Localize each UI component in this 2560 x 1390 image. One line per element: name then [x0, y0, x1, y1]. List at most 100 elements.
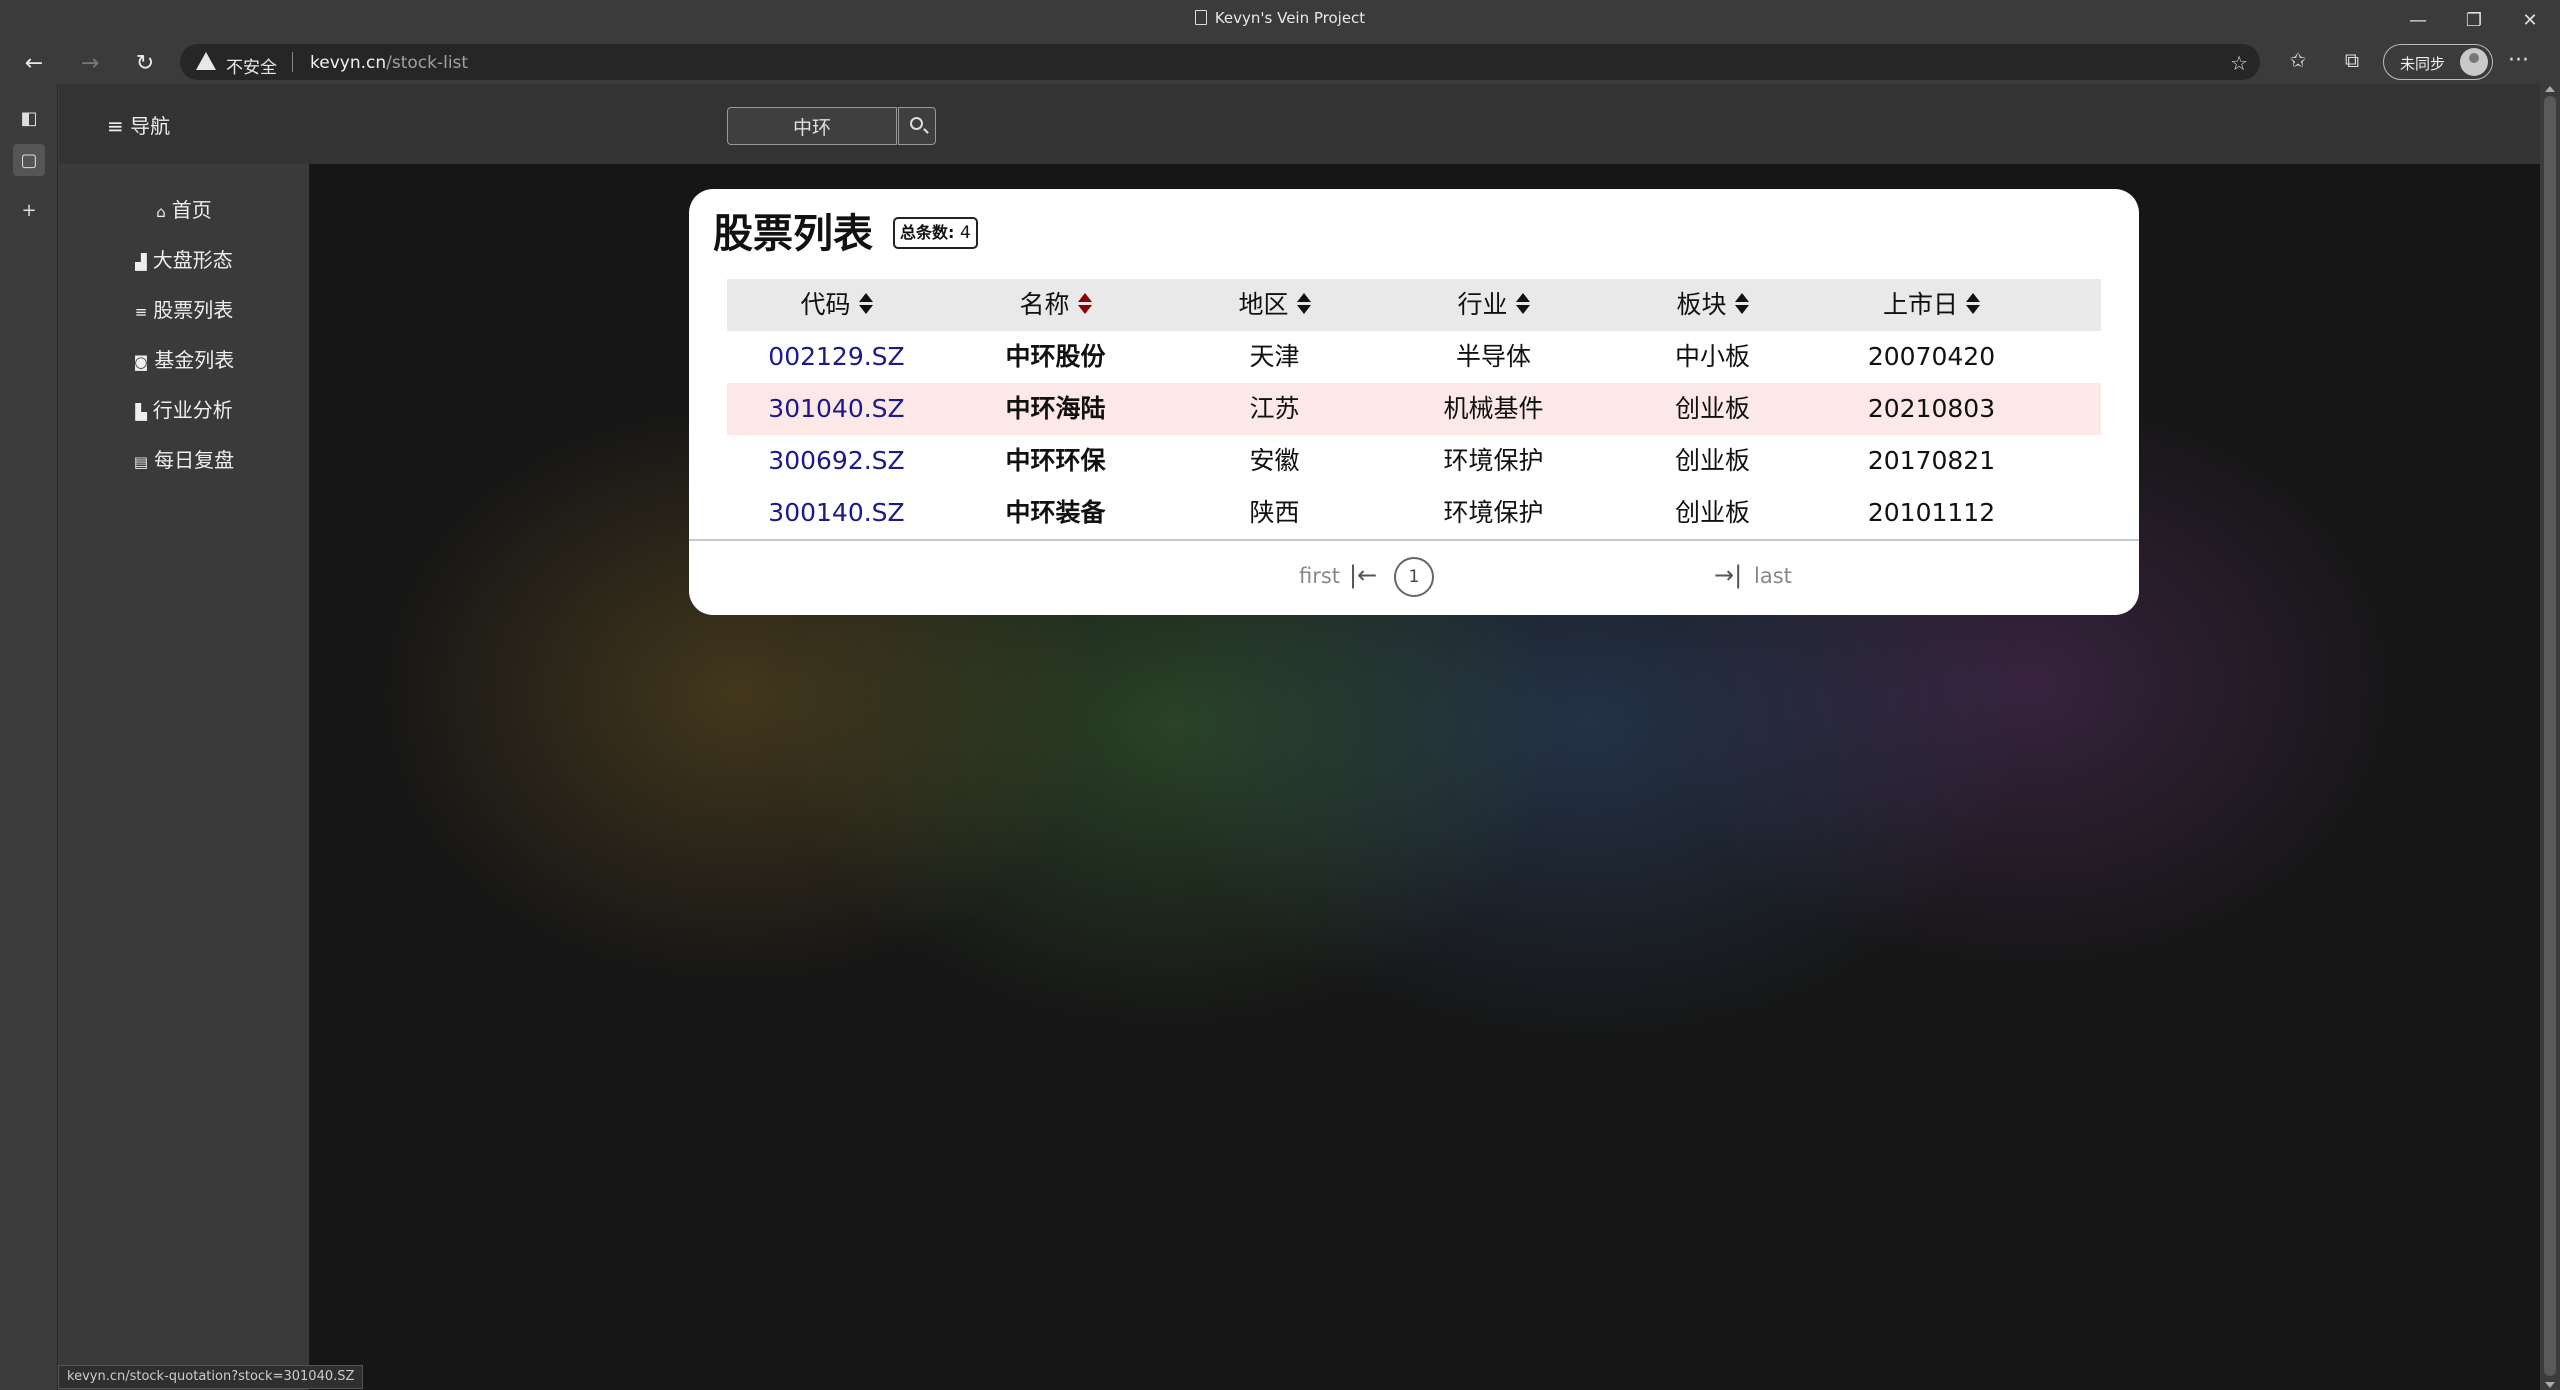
- stock-code-link[interactable]: 301040.SZ: [727, 383, 946, 435]
- page-scrollbar[interactable]: [2540, 84, 2560, 1390]
- address-bar[interactable]: 不安全 kevyn.cn/stock-list ☆: [180, 44, 2260, 80]
- window-title: Kevyn's Vein Project: [0, 9, 2560, 27]
- first-page-icon[interactable]: |←: [1349, 561, 1377, 589]
- stock-region: 陕西: [1249, 498, 1300, 527]
- new-tab-icon[interactable]: +: [13, 194, 45, 226]
- profile-button[interactable]: 未同步: [2383, 44, 2493, 80]
- sidebar-item-label: 首页: [171, 198, 212, 222]
- tab-current-page-icon[interactable]: ▢: [13, 144, 45, 176]
- stock-industry: 环境保护: [1443, 498, 1544, 527]
- table-header: 代码 名称 地区 行业 板块 上市日: [727, 279, 2101, 331]
- url-path: /stock-list: [386, 53, 469, 73]
- column-header-label: 行业: [1457, 290, 1508, 319]
- sidebar-item-stock-list[interactable]: ≡ 股票列表: [59, 294, 309, 323]
- stock-board: 创业板: [1674, 446, 1750, 475]
- stock-name: 中环装备: [1005, 498, 1106, 527]
- web-page: ≡ 导航 ⌂ 首页 ▟ 大盘形态 ≡ 股票列表 ◙ 基金列表 ▙ 行业分析 ▤ 每日复盘 股…: [59, 84, 2540, 1390]
- table-row: 300140.SZ 中环装备 陕西 环境保护 创业板 20101112: [727, 487, 2101, 539]
- sidebar-item-label: 股票列表: [153, 298, 234, 322]
- stock-code-link[interactable]: 002129.SZ: [727, 331, 946, 383]
- money-icon: ◙: [133, 353, 149, 371]
- sort-icon: [1077, 293, 1092, 315]
- url-text[interactable]: kevyn.cn/stock-list: [310, 53, 468, 73]
- restore-button[interactable]: ❐: [2446, 0, 2502, 40]
- sidebar-item-label: 每日复盘: [154, 448, 235, 472]
- table-row: 300692.SZ 中环环保 安徽 环境保护 创业板 20170821: [727, 435, 2101, 487]
- column-header-code[interactable]: 代码: [727, 279, 946, 331]
- stock-code-link[interactable]: 300692.SZ: [727, 435, 946, 487]
- warning-icon: [196, 52, 216, 70]
- table-row: 301040.SZ 中环海陆 江苏 机械基件 创业板 20210803: [727, 383, 2101, 435]
- column-header-label: 名称: [1019, 290, 1070, 319]
- nav-toggle-button[interactable]: ≡ 导航: [107, 110, 170, 139]
- first-page-link[interactable]: first: [1299, 564, 1340, 588]
- browser-toolbar: ← → ↻ 不安全 kevyn.cn/stock-list ☆ ✩ ⧉ 未同步 …: [0, 40, 2560, 84]
- stock-table: 代码 名称 地区 行业 板块 上市日 002129.SZ 中环股份 天津 半导体…: [727, 279, 2101, 539]
- column-header-board[interactable]: 板块: [1603, 279, 1822, 331]
- stock-list-date: 20170821: [1867, 446, 1996, 475]
- favorites-icon[interactable]: ✩: [2282, 48, 2314, 76]
- back-button[interactable]: ←: [17, 46, 51, 80]
- stock-board: 中小板: [1674, 342, 1750, 371]
- stock-board: 创业板: [1674, 498, 1750, 527]
- scroll-down-icon[interactable]: [2545, 1382, 2555, 1388]
- list-icon: ≡: [134, 303, 148, 321]
- stock-list-date: 20101112: [1867, 498, 1996, 527]
- pagination: first |← 1 →| last: [689, 539, 2139, 615]
- minimize-button[interactable]: —: [2390, 0, 2446, 40]
- stock-industry: 半导体: [1455, 342, 1531, 371]
- stock-list-card: 股票列表 总条数: 4 代码 名称 地区 行业 板块 上市日 002129.SZ…: [689, 189, 2139, 615]
- window-titlebar: Kevyn's Vein Project — ❐ ✕: [0, 0, 2560, 40]
- stock-code-link[interactable]: 300140.SZ: [727, 487, 946, 539]
- sort-icon: [1734, 293, 1749, 315]
- sidebar-item-home[interactable]: ⌂ 首页: [59, 194, 309, 223]
- avatar: [2460, 48, 2488, 76]
- bar-chart-icon: ▟: [135, 253, 147, 271]
- column-header-industry[interactable]: 行业: [1384, 279, 1603, 331]
- column-header-list-date[interactable]: 上市日: [1822, 279, 2041, 331]
- document-icon: [1194, 10, 1207, 25]
- scroll-up-icon[interactable]: [2545, 86, 2555, 92]
- last-page-link[interactable]: last: [1754, 564, 1792, 588]
- url-separator: [292, 52, 293, 72]
- count-label: 总条数:: [900, 223, 955, 242]
- count-value: 4: [959, 223, 971, 243]
- last-page-icon[interactable]: →|: [1714, 561, 1742, 589]
- stock-name: 中环股份: [1005, 342, 1106, 371]
- scroll-thumb[interactable]: [2544, 96, 2556, 1376]
- insecure-label[interactable]: 不安全: [226, 53, 277, 78]
- tab-panel-toggle-icon[interactable]: ◧: [13, 102, 45, 134]
- vertical-tabs-panel: ◧ ▢ +: [0, 84, 58, 1390]
- sidebar-item-industry[interactable]: ▙ 行业分析: [59, 394, 309, 423]
- search-input[interactable]: [727, 107, 897, 145]
- sidebar-item-market[interactable]: ▟ 大盘形态: [59, 244, 309, 273]
- profile-label: 未同步: [2400, 55, 2446, 73]
- collections-icon[interactable]: ⧉: [2336, 48, 2368, 76]
- stock-region: 天津: [1249, 342, 1300, 371]
- reload-button[interactable]: ↻: [128, 46, 162, 80]
- column-header-label: 地区: [1238, 290, 1289, 319]
- close-button[interactable]: ✕: [2502, 0, 2558, 40]
- column-header-label: 板块: [1676, 290, 1727, 319]
- sort-icon: [1515, 293, 1530, 315]
- add-favorite-icon[interactable]: ☆: [2230, 51, 2248, 75]
- sort-icon: [1966, 293, 1980, 315]
- column-header-label: 上市日: [1882, 290, 1958, 319]
- search-icon: [910, 117, 923, 130]
- page-number-button[interactable]: 1: [1394, 557, 1434, 597]
- table-row: 002129.SZ 中环股份 天津 半导体 中小板 20070420: [727, 331, 2101, 383]
- stock-industry: 环境保护: [1443, 446, 1544, 475]
- column-header-name[interactable]: 名称: [946, 279, 1165, 331]
- stock-list-date: 20210803: [1867, 394, 1996, 423]
- sidebar-item-fund-list[interactable]: ◙ 基金列表: [59, 344, 309, 373]
- sidebar-item-daily-review[interactable]: ▤ 每日复盘: [59, 444, 309, 473]
- forward-button[interactable]: →: [73, 46, 107, 80]
- link-status-bar: kevyn.cn/stock-quotation?stock=301040.SZ: [58, 1365, 364, 1389]
- column-header-region[interactable]: 地区: [1165, 279, 1384, 331]
- search-button[interactable]: [898, 107, 936, 145]
- more-menu-icon[interactable]: ···: [2508, 48, 2529, 73]
- sidebar-item-label: 基金列表: [154, 348, 235, 372]
- stock-name: 中环海陆: [1005, 394, 1106, 423]
- sidebar: ⌂ 首页 ▟ 大盘形态 ≡ 股票列表 ◙ 基金列表 ▙ 行业分析 ▤ 每日复盘: [59, 164, 309, 1390]
- page-title: 股票列表: [713, 211, 873, 257]
